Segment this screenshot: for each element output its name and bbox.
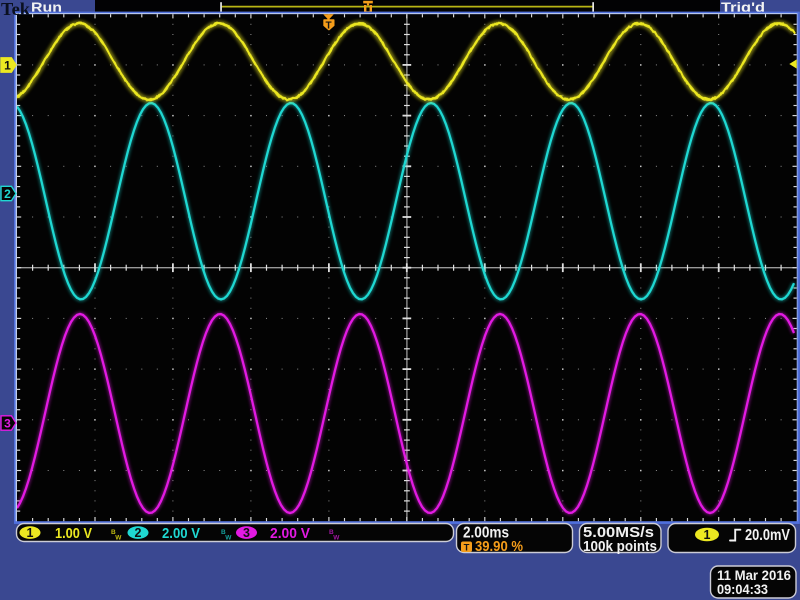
svg-text:2.00 V: 2.00 V xyxy=(270,525,310,542)
svg-text:Tek: Tek xyxy=(1,0,30,19)
svg-text:T: T xyxy=(464,543,470,554)
svg-text:1.00 V: 1.00 V xyxy=(55,525,92,542)
svg-text:20.0mV: 20.0mV xyxy=(745,527,791,544)
svg-text:3: 3 xyxy=(243,526,250,540)
svg-text:2: 2 xyxy=(4,187,11,201)
svg-text:1: 1 xyxy=(4,58,11,72)
svg-text:T: T xyxy=(325,20,331,31)
svg-text:1: 1 xyxy=(704,528,711,542)
svg-text:2: 2 xyxy=(135,526,142,540)
svg-text:W: W xyxy=(115,534,122,541)
svg-text:W: W xyxy=(333,534,340,541)
svg-text:W: W xyxy=(225,534,232,541)
svg-text:100k points: 100k points xyxy=(583,539,657,555)
svg-text:1: 1 xyxy=(27,526,34,540)
svg-text:3: 3 xyxy=(4,416,11,430)
svg-text:2.00 V: 2.00 V xyxy=(162,525,200,542)
svg-text:39.90 %: 39.90 % xyxy=(475,539,523,555)
svg-text:09:04:33: 09:04:33 xyxy=(717,581,768,597)
